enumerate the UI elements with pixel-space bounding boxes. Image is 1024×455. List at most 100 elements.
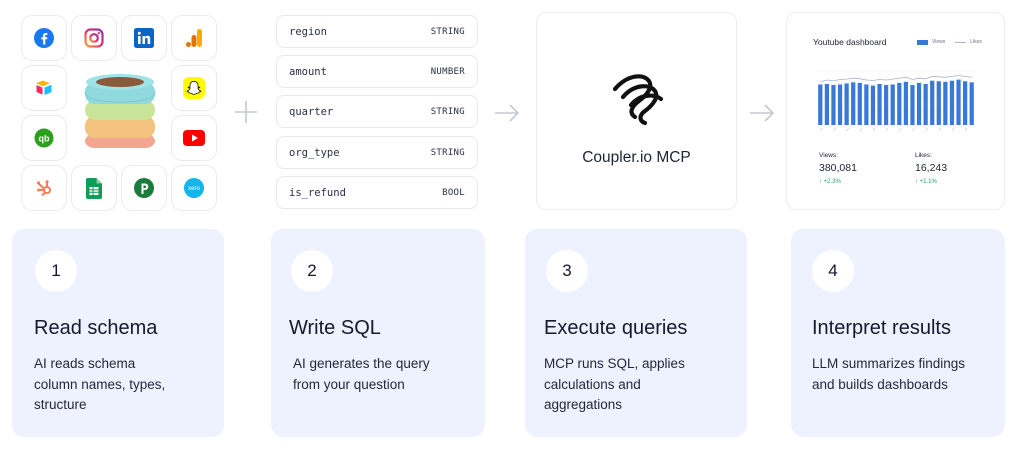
chart-bar-views	[936, 81, 941, 125]
instagram-icon	[84, 28, 104, 48]
step-description-line: LLM summarizes findings	[812, 356, 966, 371]
schema-field-type: STRING	[430, 26, 465, 37]
chart-legend: Views Likes	[917, 39, 982, 45]
chart-x-tick	[964, 127, 968, 132]
step-description-line: AI generates the query	[293, 356, 430, 371]
likes-value: 16,243	[915, 162, 948, 174]
arrow-right-icon	[495, 104, 520, 122]
legend-views-label: Views	[932, 39, 946, 45]
source-tile-instagram	[71, 15, 117, 61]
google-analytics-icon	[186, 29, 202, 47]
source-tile-pipedrive	[121, 165, 167, 211]
schema-field-row: is_refund BOOL	[276, 176, 478, 209]
linkedin-icon	[134, 28, 154, 48]
views-value: 380,081	[819, 162, 857, 174]
schema-field-type: BOOL	[442, 187, 465, 198]
step-description-line: aggregations	[544, 397, 623, 412]
svg-text:qb: qb	[39, 133, 50, 143]
chart-x-tick	[846, 127, 849, 132]
svg-text:xero: xero	[188, 186, 200, 192]
chart-x-tick	[899, 127, 902, 132]
step-card-interpret-results: 4 Interpret results LLM summarizes findi…	[791, 229, 1005, 437]
views-delta: ↑ +2.3%	[819, 179, 841, 185]
schema-field-name: org_type	[289, 146, 340, 159]
coupler-logo-icon	[612, 74, 664, 126]
step-card-write-sql: 2 Write SQL AI generates the query from …	[271, 229, 485, 437]
chart-bar-views	[851, 82, 856, 125]
chart-bar-views	[864, 84, 869, 125]
chart-x-tick	[872, 127, 876, 132]
youtube-icon	[183, 130, 205, 146]
chart-bar-views	[890, 84, 895, 125]
schema-field-row: quarter STRING	[276, 95, 478, 128]
schema-field-name: quarter	[289, 105, 334, 118]
dashboard-card: Youtube dashboard Views Likes Views: 380…	[786, 12, 1005, 210]
chart-x-tick	[938, 127, 942, 132]
schema-field-name: region	[289, 25, 327, 38]
step-number: 2	[291, 250, 333, 292]
chart-x-tick	[820, 127, 823, 132]
chart-bar-views	[870, 85, 876, 125]
schema-field-type: NUMBER	[430, 66, 465, 77]
chart-bar-views	[969, 82, 974, 125]
dashboard-title: Youtube dashboard	[813, 37, 887, 47]
chart-bar-views	[956, 79, 961, 125]
source-tile-google-sheets	[71, 165, 117, 211]
step-description-line: from your question	[293, 376, 405, 392]
step-description-line: column names, types,	[34, 376, 166, 392]
source-tile-hubspot	[21, 165, 67, 211]
chart-bar-views	[910, 85, 915, 125]
database-icon	[84, 74, 156, 148]
chart-bar-views	[930, 80, 935, 125]
pipedrive-icon	[134, 178, 154, 198]
step-title: Read schema	[34, 317, 158, 339]
schema-field-row: amount NUMBER	[276, 55, 478, 88]
chart-bar-views	[831, 85, 836, 125]
chart-x-tick	[912, 127, 915, 132]
step-description: LLM summarizes findings and builds dashb…	[812, 354, 1002, 395]
airtable-icon	[36, 80, 52, 95]
legend-likes-swatch	[955, 41, 967, 43]
chart-line-likes	[820, 75, 972, 83]
chart-x-tick	[925, 127, 928, 132]
chart-bar-views	[818, 84, 823, 125]
chart-x-tick	[885, 127, 889, 132]
schema-field-name: is_refund	[289, 186, 346, 199]
plus-icon	[235, 101, 257, 123]
schema-field-type: STRING	[430, 106, 465, 117]
step-description-line: calculations and	[544, 376, 641, 392]
chart-bar-views	[949, 80, 955, 125]
step-description-line: MCP runs SQL, applies	[544, 356, 685, 371]
source-tile-youtube	[171, 115, 217, 161]
source-tile-quickbooks: qb	[21, 115, 67, 161]
step-number: 3	[546, 250, 588, 292]
step-number: 4	[812, 250, 854, 292]
google-sheets-icon	[86, 177, 102, 199]
chart-bar-views	[963, 81, 968, 125]
schema-field-row: org_type STRING	[276, 136, 478, 169]
step-description: AI generates the query from your questio…	[293, 354, 483, 395]
source-tile-facebook	[21, 15, 67, 61]
step-description: AI reads schema column names, types, str…	[34, 354, 224, 416]
snapchat-icon	[183, 77, 205, 99]
chart-x-tick	[859, 127, 863, 132]
legend-likes-label: Likes	[970, 39, 982, 45]
chart-bar-views	[837, 84, 843, 125]
step-title: Execute queries	[544, 317, 688, 339]
source-tile-snapchat	[171, 65, 217, 111]
mcp-card: Coupler.io MCP	[536, 12, 737, 210]
xero-icon: xero	[184, 178, 204, 198]
mcp-name: Coupler.io MCP	[582, 149, 691, 166]
likes-label: Likes:	[915, 152, 932, 159]
quickbooks-icon: qb	[34, 128, 54, 148]
source-tile-airtable	[21, 65, 67, 111]
step-description: MCP runs SQL, applies calculations and a…	[544, 354, 734, 416]
chart-bar-views	[897, 82, 902, 125]
step-card-read-schema: 1 Read schema AI reads schema column nam…	[12, 229, 224, 437]
likes-delta: ↑ +1.1%	[915, 179, 937, 185]
chart-x-tick	[951, 127, 955, 132]
views-likes-chart	[817, 70, 975, 132]
views-label: Views:	[819, 152, 839, 159]
source-tile-xero: xero	[171, 165, 217, 211]
arrow-right-icon	[750, 104, 775, 122]
